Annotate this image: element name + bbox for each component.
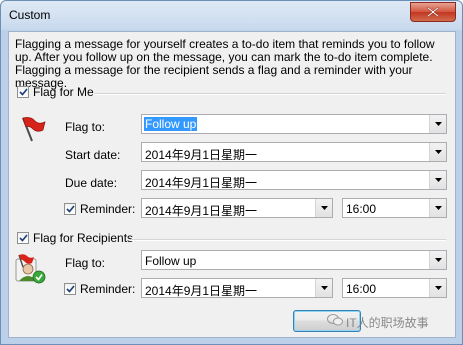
chevron-down-icon: [434, 258, 442, 262]
dialog-body: Flagging a message for yourself creates …: [8, 31, 456, 338]
description-text: Flagging a message for yourself creates …: [15, 37, 435, 90]
chevron-down-icon: [434, 286, 442, 290]
flag-for-recipients-label: Flag for Recipients: [33, 231, 134, 245]
due-date-picker[interactable]: 2014年9月1日星期一: [141, 170, 447, 190]
flag-to-label: Flag to:: [65, 120, 106, 134]
reminder-checkbox[interactable]: Reminder:: [64, 202, 135, 216]
dropdown-arrow[interactable]: [315, 199, 332, 217]
custom-dialog: Custom Flagging a message for yourself c…: [0, 0, 463, 345]
flag-for-me-label: Flag for Me: [33, 85, 94, 99]
start-date-picker[interactable]: 2014年9月1日星期一: [141, 142, 447, 162]
start-date-label: Start date:: [65, 148, 121, 162]
chat-bubble-icon: [327, 314, 343, 326]
flag-for-recipients-checkbox[interactable]: Flag for Recipients: [17, 231, 133, 245]
recipients-reminder-date-value: 2014年9月1日星期一: [145, 284, 258, 298]
flag-to-select[interactable]: Follow up: [141, 114, 447, 134]
chevron-down-icon: [434, 206, 442, 210]
start-date-value: 2014年9月1日星期一: [145, 148, 258, 162]
checkbox-box[interactable]: [64, 283, 76, 295]
close-button[interactable]: [410, 2, 456, 22]
checkmark-icon: [18, 234, 28, 242]
due-date-value: 2014年9月1日星期一: [145, 176, 258, 190]
chevron-down-icon: [320, 286, 328, 290]
dropdown-arrow[interactable]: [315, 279, 332, 297]
red-flag-icon: [22, 117, 46, 142]
reminder-time-value: 16:00: [346, 202, 377, 216]
recipients-reminder-time-value: 16:00: [346, 282, 377, 296]
checkbox-box[interactable]: [64, 203, 76, 215]
checkmark-icon: [65, 285, 75, 293]
flag-for-me-checkbox[interactable]: Flag for Me: [17, 85, 94, 99]
chevron-down-icon: [320, 206, 328, 210]
group-divider: [131, 239, 446, 241]
reminder-date-picker[interactable]: 2014年9月1日星期一: [141, 198, 333, 218]
checkbox-box[interactable]: [17, 232, 29, 244]
reminder-time-select[interactable]: 16:00: [342, 198, 447, 218]
recipients-reminder-date-picker[interactable]: 2014年9月1日星期一: [141, 278, 333, 298]
recipient-flag-icon: [15, 254, 46, 284]
recipients-reminder-label: Reminder:: [80, 282, 136, 296]
flag-to-value: Follow up: [144, 117, 198, 131]
recipients-flag-to-label: Flag to:: [65, 256, 106, 270]
chevron-down-icon: [434, 178, 442, 182]
chevron-down-icon: [434, 122, 442, 126]
dropdown-arrow[interactable]: [429, 171, 446, 189]
chevron-down-icon: [434, 150, 442, 154]
dropdown-arrow[interactable]: [429, 251, 446, 269]
checkbox-box[interactable]: [17, 86, 29, 98]
recipients-reminder-time-select[interactable]: 16:00: [342, 278, 447, 298]
recipients-flag-to-select[interactable]: Follow up: [141, 250, 447, 270]
watermark-text: IT人的职场故事: [346, 316, 429, 330]
recipients-reminder-checkbox[interactable]: Reminder:: [64, 282, 135, 296]
dropdown-arrow[interactable]: [429, 115, 446, 133]
group-divider: [94, 93, 446, 95]
reminder-label: Reminder:: [80, 202, 136, 216]
window-title: Custom: [9, 8, 51, 22]
checkmark-icon: [65, 205, 75, 213]
recipients-flag-to-value: Follow up: [145, 254, 197, 268]
reminder-date-value: 2014年9月1日星期一: [145, 204, 258, 218]
checkmark-icon: [18, 88, 28, 96]
dropdown-arrow[interactable]: [429, 143, 446, 161]
due-date-label: Due date:: [65, 176, 118, 190]
title-bar: Custom: [1, 1, 462, 31]
close-icon: [427, 7, 439, 17]
dropdown-arrow[interactable]: [429, 199, 446, 217]
dropdown-arrow[interactable]: [429, 279, 446, 297]
